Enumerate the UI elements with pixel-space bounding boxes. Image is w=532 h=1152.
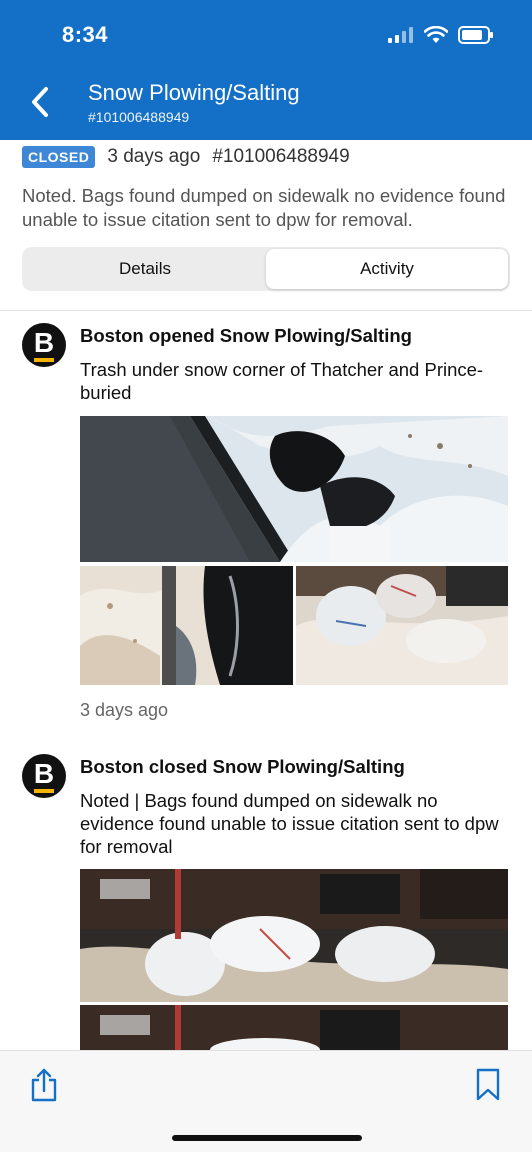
activity-time: 3 days ago [80,700,169,720]
activity-photo[interactable] [80,566,293,685]
divider [0,310,532,311]
avatar-underline [34,358,54,362]
share-icon [31,1068,57,1102]
page-subtitle: #101006488949 [88,109,190,125]
avatar: B [22,323,66,367]
tab-switcher: Details Activity [22,247,510,291]
cellular-signal-icon [388,27,413,43]
activity-description: Noted | Bags found dumped on sidewalk no… [80,790,499,857]
back-button[interactable] [22,82,58,122]
activity-description: Trash under snow corner of Thatcher and … [80,359,484,403]
trash-bags-photo-image [80,869,508,1002]
snow-photo-image [80,416,508,562]
app-header: 8:34 Snow Plowing/Salting #101006488949 [0,0,532,140]
bookmark-button[interactable] [474,1067,502,1103]
avatar-underline [34,789,54,793]
avatar-letter: B [33,758,55,789]
status-bar: 8:34 [0,0,532,70]
avatar: B [22,754,66,798]
activity-photo[interactable] [80,869,508,1002]
wifi-icon [424,26,448,43]
chevron-left-icon [32,87,48,117]
tab-details[interactable]: Details [24,249,266,289]
snow-photo-image [80,566,293,685]
activity-photo[interactable] [80,416,508,562]
activity-photo[interactable] [296,566,508,685]
status-time: 8:34 [62,22,109,47]
bottom-toolbar [0,1050,532,1152]
request-age: 3 days ago [107,146,201,167]
activity-photo[interactable] [80,1005,508,1050]
avatar-letter: B [33,327,55,358]
home-indicator [172,1135,362,1141]
status-icons [388,26,494,44]
snow-photo-image [296,566,508,685]
trash-bags-photo-image [80,1005,508,1050]
bookmark-icon [476,1068,500,1101]
resolution-note: Noted. Bags found dumped on sidewalk no … [22,185,506,230]
activity-title: Boston opened Snow Plowing/Salting [80,325,412,346]
request-number: #101006488949 [212,146,350,167]
status-badge: CLOSED [22,146,96,168]
page-title: Snow Plowing/Salting [88,80,300,105]
activity-title: Boston closed Snow Plowing/Salting [80,756,405,777]
share-button[interactable] [28,1067,60,1103]
tab-activity[interactable]: Activity [266,249,508,289]
request-meta: CLOSED 3 days ago #101006488949 [22,146,350,168]
battery-icon [458,26,493,44]
